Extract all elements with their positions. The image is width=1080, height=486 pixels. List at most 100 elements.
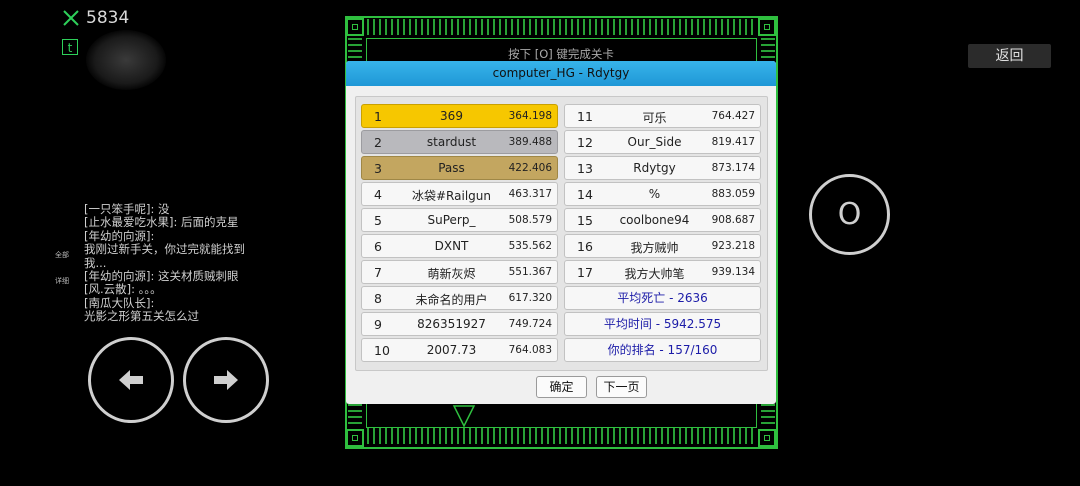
time: 389.488 [508, 136, 552, 148]
frame-corner-icon [758, 429, 776, 447]
player-name: 冰袋#Railgun [412, 189, 491, 203]
chat-log: [一只笨手呢]: 没 [止水最爱吃水果]: 后面的克星 [年幼的向源]: 我刚过… [84, 202, 259, 324]
table-row: 3 Pass 422.406 [361, 156, 558, 180]
avatar-blur [86, 30, 166, 90]
chat-line: 光影之形第五关怎么过 [84, 309, 199, 324]
frame-corner-icon [758, 18, 776, 36]
rank: 14 [577, 187, 593, 202]
rank: 3 [374, 161, 382, 176]
player-name: 我方贼帅 [630, 241, 679, 255]
player-name: 我方大帅笔 [624, 267, 685, 281]
table-row: 14 % 883.059 [564, 182, 761, 206]
next-page-button[interactable]: 下一页 [596, 376, 647, 398]
player-name: % [648, 187, 661, 201]
rank: 16 [577, 239, 593, 254]
player-name: stardust [426, 135, 477, 149]
frame-bottom-pattern [367, 428, 756, 444]
time: 873.174 [711, 162, 755, 174]
rank: 17 [577, 265, 593, 280]
table-row: 11 可乐 764.427 [564, 104, 761, 128]
time: 908.687 [711, 214, 755, 226]
action-o-button[interactable]: O [809, 174, 890, 255]
table-row: 13 Rdytgy 873.174 [564, 156, 761, 180]
time: 764.083 [508, 344, 552, 356]
time: 364.198 [508, 110, 552, 122]
chat-line: 我刚过新手关，你过完就能找到我... [84, 242, 245, 270]
confirm-button[interactable]: 确定 [536, 376, 587, 398]
frame-corner-icon [346, 18, 364, 36]
table-row: 4 冰袋#Railgun 463.317 [361, 182, 558, 206]
rank: 15 [577, 213, 593, 228]
rank: 6 [374, 239, 382, 254]
rank: 4 [374, 187, 382, 202]
chat-line: [止水最爱吃水果]: 后面的克星 [84, 215, 239, 230]
frame-top-pattern [367, 19, 756, 35]
move-left-button[interactable] [88, 337, 174, 423]
chat-line: [年幼的向源]: 这关材质贼刺眼 [84, 269, 239, 284]
dialog-title: computer_HG - Rdytgy [346, 61, 776, 86]
table-row: 17 我方大帅笔 939.134 [564, 260, 761, 284]
table-row: 9 826351927 749.724 [361, 312, 558, 336]
table-row: 10 2007.73 764.083 [361, 338, 558, 362]
rank: 9 [374, 317, 382, 332]
table-row: 1 369 364.198 [361, 104, 558, 128]
time: 617.320 [508, 292, 552, 304]
time: 463.317 [508, 188, 552, 200]
back-button[interactable]: 返回 [968, 44, 1051, 68]
table-row: 7 萌新灰烬 551.367 [361, 260, 558, 284]
chat-filter-all[interactable]: 全部 [55, 250, 69, 260]
table-row: 8 未命名的用户 617.320 [361, 286, 558, 310]
frame-corner-icon [346, 429, 364, 447]
player-name: Our_Side [627, 135, 682, 149]
chat-line: [南瓜大队长]: [84, 295, 155, 310]
time: 883.059 [711, 188, 755, 200]
score-value: 5834 [86, 8, 130, 28]
arrow-left-icon [119, 370, 143, 390]
table-row: 12 Our_Side 819.417 [564, 130, 761, 154]
rank: 2 [374, 135, 382, 150]
rank: 7 [374, 265, 382, 280]
player-name: 369 [440, 109, 463, 123]
table-row: 5 SuPerp_ 508.579 [361, 208, 558, 232]
time: 551.367 [508, 266, 552, 278]
player-name: coolbone94 [619, 213, 690, 227]
text-chat-icon[interactable]: t [62, 39, 78, 55]
time: 819.417 [711, 136, 755, 148]
deaths-x-icon [63, 10, 79, 26]
chat-filter-detail[interactable]: 详细 [55, 276, 69, 286]
table-row: 6 DXNT 535.562 [361, 234, 558, 258]
rank: 5 [374, 213, 382, 228]
player-name: 可乐 [642, 111, 667, 125]
time: 422.406 [508, 162, 552, 174]
your-rank-stat: 你的排名 - 157/160 [564, 338, 761, 362]
player-name: DXNT [434, 239, 469, 253]
rank: 13 [577, 161, 593, 176]
chat-line: [一只笨手呢]: 没 [84, 202, 170, 216]
move-right-button[interactable] [183, 337, 269, 423]
rank: 1 [374, 109, 382, 124]
avg-deaths-stat: 平均死亡 - 2636 [564, 286, 761, 310]
spike-icon [452, 405, 476, 428]
death-counter: 5834 [62, 8, 129, 28]
player-name: 未命名的用户 [415, 293, 488, 307]
player-name: Rdytgy [633, 161, 676, 175]
time: 764.427 [711, 110, 755, 122]
rank: 11 [577, 109, 593, 124]
level-hint: 按下 [O] 键完成关卡 [508, 47, 614, 61]
table-row: 15 coolbone94 908.687 [564, 208, 761, 232]
time: 923.218 [711, 240, 755, 252]
chat-line: [年幼的向源]: [84, 228, 155, 243]
time: 535.562 [508, 240, 552, 252]
player-name: Pass [438, 161, 465, 175]
arrow-right-icon [214, 370, 238, 390]
player-name: 2007.73 [426, 343, 477, 357]
rank: 12 [577, 135, 593, 150]
player-name: 萌新灰烬 [427, 267, 476, 281]
avg-time-stat: 平均时间 - 5942.575 [564, 312, 761, 336]
rank: 10 [374, 343, 390, 358]
time: 939.134 [711, 266, 755, 278]
table-row: 2 stardust 389.488 [361, 130, 558, 154]
table-row: 16 我方贼帅 923.218 [564, 234, 761, 258]
player-name: SuPerp_ [427, 213, 476, 227]
time: 749.724 [508, 318, 552, 330]
